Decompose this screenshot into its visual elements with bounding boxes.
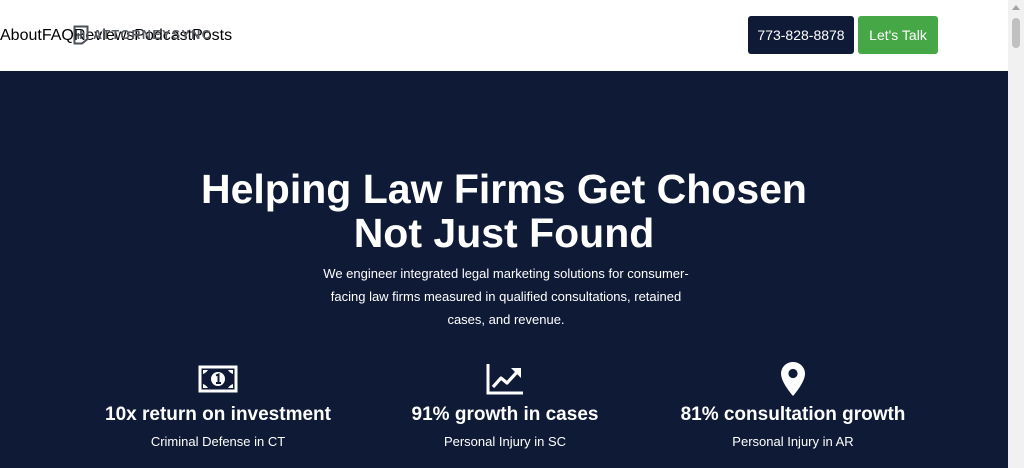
hero-title: Helping Law Firms Get Chosen Not Just Fo… [0,167,1008,255]
logo-icon [73,25,89,45]
stat-consultation-value: 81% consultation growth [680,404,906,425]
page-scrollbar[interactable] [1008,0,1024,468]
stat-cases: 91% growth in cases Personal Injury in S… [355,361,655,450]
hero-title-line1: Helping Law Firms Get Chosen [201,166,807,212]
hero-subtitle-line3: cases, and revenue. [447,312,565,327]
map-marker-icon [781,362,805,396]
scroll-up-arrow-icon[interactable] [1012,5,1020,10]
lets-talk-button[interactable]: Let's Talk [858,16,938,54]
stat-consultation: 81% consultation growth Personal Injury … [643,361,943,450]
nav-about[interactable]: About [0,27,42,45]
hero-subtitle-line2: facing law firms measured in qualified c… [330,289,682,304]
stat-cases-value: 91% growth in cases [411,404,599,425]
hero-subtitle-line1: We engineer integrated legal marketing s… [323,266,689,281]
hero-title-line2: Not Just Found [353,210,655,256]
logo-text: ATTORNEYSYNC [93,27,213,42]
money-bill-icon [198,365,238,393]
phone-button[interactable]: 773-828-8878 [748,16,854,54]
chart-line-icon [486,364,523,395]
stat-roi-label: Criminal Defense in CT [150,434,286,449]
stat-roi: 10x return on investment Criminal Defens… [68,361,368,450]
stat-consultation-label: Personal Injury in AR [732,434,854,449]
stat-roi-value: 10x return on investment [105,404,331,425]
attorneysync-logo[interactable]: ATTORNEYSYNC [73,25,212,45]
nav-faq[interactable]: FAQ [42,27,74,45]
hero-section: Helping Law Firms Get Chosen Not Just Fo… [0,71,1008,468]
site-header: ATTORNEYSYNC About FAQ Reviews Podcast P… [0,0,1008,71]
stat-cases-label: Personal Injury in SC [443,434,567,449]
hero-subtitle: We engineer integrated legal marketing s… [320,262,692,331]
scrollbar-thumb[interactable] [1012,18,1020,48]
